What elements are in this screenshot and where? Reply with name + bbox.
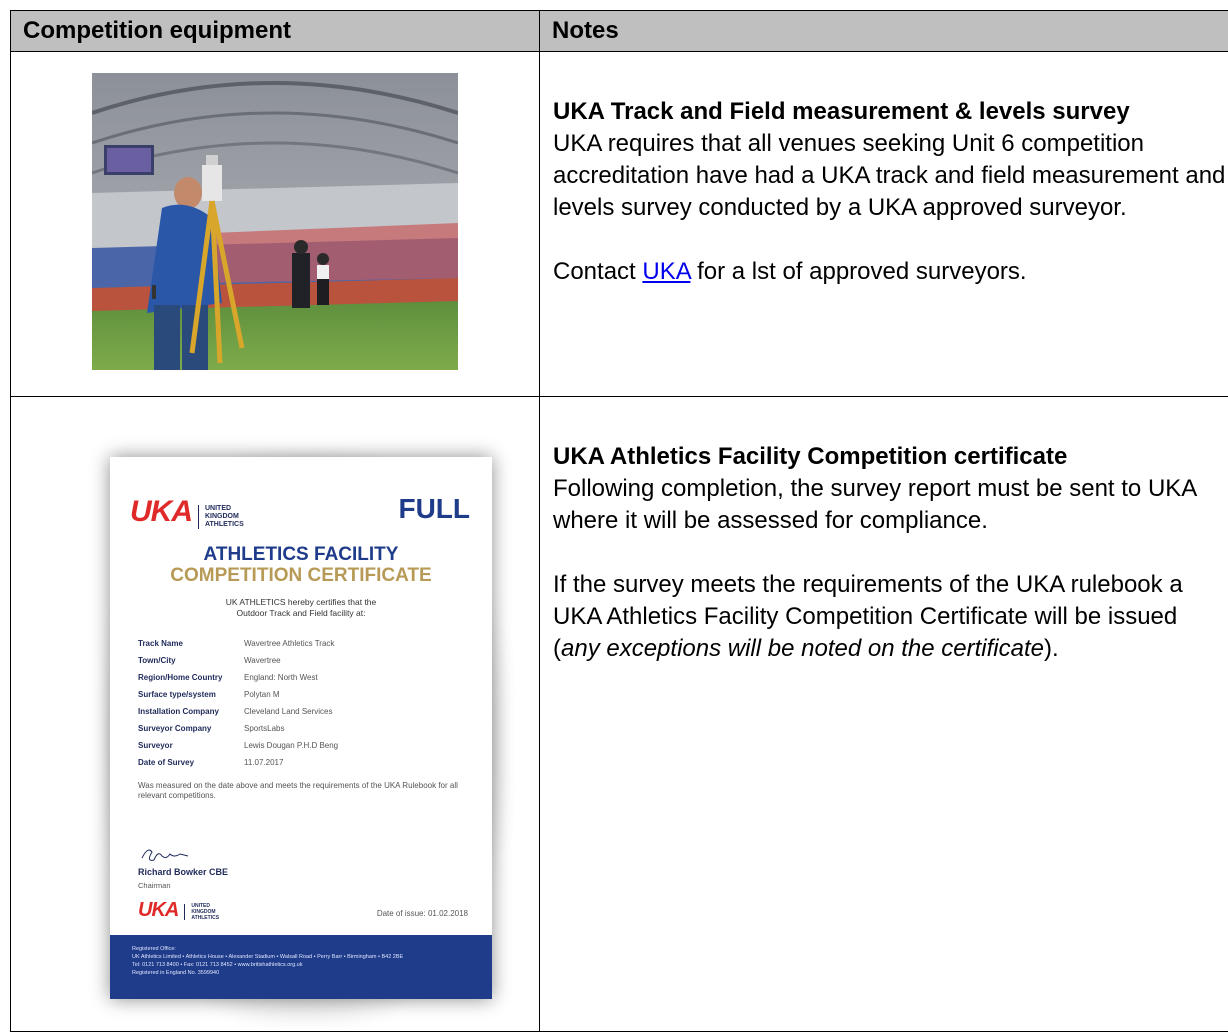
certificate-footer: Registered Office: UK Athletics Limited … [110, 935, 492, 999]
certificate-field-row: Date of Survey11.07.2017 [138, 754, 478, 771]
uka-logo: UKAUNITEDKINGDOMATHLETICS [130, 495, 244, 529]
uka-logo-text: UKA [130, 495, 192, 528]
survey-contact: Contact UKA for a lst of approved survey… [553, 256, 1227, 288]
certificate-notes-body1: Following completion, the survey report … [553, 473, 1227, 537]
contact-text-after: for a lst of approved surveyors. [690, 258, 1026, 285]
uka-logo-small: UKAUNITEDKINGDOMATHLETICS [138, 899, 219, 922]
certificate-field-row: Region/Home CountryEngland: North West [138, 669, 478, 686]
equipment-notes-table: Competition equipment Notes [10, 10, 1228, 1032]
certificate-field-row: Track NameWavertree Athletics Track [138, 635, 478, 652]
header-notes: Notes [540, 11, 1228, 52]
certificate-date-of-issue: Date of issue: 01.02.2018 [377, 909, 468, 918]
certificate-notes-title: UKA Athletics Facility Competition certi… [553, 441, 1227, 473]
certificate-signer: Richard Bowker CBE [138, 867, 228, 877]
survey-notes-cell: UKA Track and Field measurement & levels… [540, 52, 1228, 397]
certificate-notes-body2: If the survey meets the requirements of … [553, 569, 1227, 665]
certificate-signer-role: Chairman [138, 881, 171, 890]
survey-title: UKA Track and Field measurement & levels… [553, 96, 1227, 128]
certificate-field-row: Surface type/systemPolytan M [138, 686, 478, 703]
certificate-intro: UK ATHLETICS hereby certifies that the O… [110, 597, 492, 619]
certificate-cell: UKAUNITEDKINGDOMATHLETICS FULL ATHLETICS… [11, 397, 540, 1032]
certificate-title-line2: COMPETITION CERTIFICATE [110, 565, 492, 587]
certificate-field-row: SurveyorLewis Dougan P.H.D Beng [138, 737, 478, 754]
table-row: UKA Track and Field measurement & levels… [11, 52, 1228, 397]
certificate-image: UKAUNITEDKINGDOMATHLETICS FULL ATHLETICS… [110, 457, 492, 999]
certificate-statement: Was measured on the date above and meets… [138, 781, 468, 801]
uka-link[interactable]: UKA [642, 258, 690, 285]
certificate-field-row: Installation CompanyCleveland Land Servi… [138, 703, 478, 720]
certificate-notes-cell: UKA Athletics Facility Competition certi… [540, 397, 1228, 1032]
certificate-field-row: Town/CityWavertree [138, 652, 478, 669]
table-header-row: Competition equipment Notes [11, 11, 1228, 52]
survey-photo [92, 73, 458, 370]
certificate-field-row: Surveyor CompanySportsLabs [138, 720, 478, 737]
survey-body: UKA requires that all venues seeking Uni… [553, 128, 1227, 224]
signature-icon [140, 842, 190, 866]
header-competition-equipment: Competition equipment [11, 11, 540, 52]
certificate-badge: FULL [398, 493, 470, 525]
certificate-fields: Track NameWavertree Athletics Track Town… [138, 635, 478, 771]
table-row: UKAUNITEDKINGDOMATHLETICS FULL ATHLETICS… [11, 397, 1228, 1032]
certificate-title-line1: ATHLETICS FACILITY [110, 544, 492, 566]
survey-photo-cell [11, 52, 540, 397]
contact-text-before: Contact [553, 258, 642, 285]
